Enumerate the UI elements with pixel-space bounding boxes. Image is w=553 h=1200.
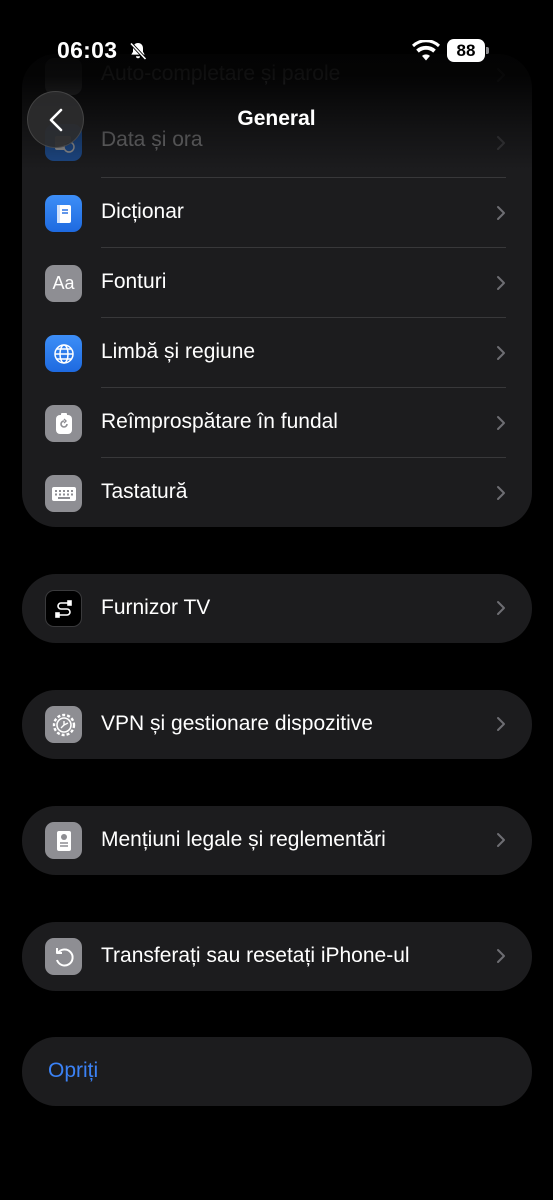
status-time: 06:03 xyxy=(57,37,118,63)
wifi-icon xyxy=(412,40,440,61)
chevron-right-icon xyxy=(497,346,505,360)
shut-down-button[interactable] xyxy=(22,1037,532,1106)
settings-row-fonts[interactable]: Aa Fonturi xyxy=(22,248,532,318)
chevron-right-icon xyxy=(497,276,505,290)
settings-row-label: VPN și gestionare dispozitive xyxy=(101,712,373,735)
keyboard-icon xyxy=(45,475,82,512)
globe-icon xyxy=(45,335,82,372)
settings-group-reset: Transferați sau resetați iPhone-ul xyxy=(22,922,532,991)
settings-row-label: Reîmprospătare în fundal xyxy=(101,410,338,433)
battery-level: 88 xyxy=(447,39,485,62)
shut-down-label: Opriți xyxy=(48,1059,99,1082)
settings-row-dictionary[interactable]: Dicționar xyxy=(22,178,532,248)
settings-group-shutdown xyxy=(22,1037,532,1106)
status-bar: 06:03 88 xyxy=(0,0,553,100)
settings-row-tv-provider[interactable]: Furnizor TV xyxy=(22,574,532,643)
chevron-right-icon xyxy=(497,206,505,220)
settings-row-label: Furnizor TV xyxy=(101,596,211,619)
chevron-right-icon xyxy=(497,416,505,430)
settings-row-background-refresh[interactable]: Reîmprospătare în fundal xyxy=(22,388,532,458)
settings-group-tv: Furnizor TV xyxy=(22,574,532,643)
chevron-right-icon xyxy=(497,949,505,963)
settings-row-language-region[interactable]: Limbă și regiune xyxy=(22,318,532,388)
settings-row-label: Data și ora xyxy=(101,128,203,151)
settings-group-legal: Mențiuni legale și reglementări xyxy=(22,806,532,875)
settings-row-vpn-device-management[interactable]: VPN și gestionare dispozitive xyxy=(22,690,532,759)
legal-doc-icon xyxy=(45,822,82,859)
chevron-right-icon xyxy=(497,486,505,500)
reset-arrow-icon xyxy=(45,938,82,975)
settings-row-label: Limbă și regiune xyxy=(101,340,256,363)
battery-icon: 88 xyxy=(447,39,489,62)
chevron-right-icon xyxy=(497,136,505,150)
settings-row-transfer-reset[interactable]: Transferați sau resetați iPhone-ul xyxy=(22,922,532,991)
page-title: General xyxy=(237,107,316,130)
chevron-right-icon xyxy=(497,717,505,731)
settings-row-label: Mențiuni legale și reglementări xyxy=(101,828,386,851)
settings-row-legal-regulatory[interactable]: Mențiuni legale și reglementări xyxy=(22,806,532,875)
tv-provider-icon xyxy=(45,590,82,627)
settings-row-label: Fonturi xyxy=(101,270,167,293)
silent-bell-icon xyxy=(129,42,147,61)
font-aa-icon: Aa xyxy=(45,265,82,302)
refresh-icon xyxy=(45,405,82,442)
settings-row-label: Transferați sau resetați iPhone-ul xyxy=(101,944,410,967)
chevron-right-icon xyxy=(497,601,505,615)
settings-row-label: Tastatură xyxy=(101,480,188,503)
settings-row-label: Dicționar xyxy=(101,200,184,223)
book-icon xyxy=(45,195,82,232)
chevron-right-icon xyxy=(497,833,505,847)
gear-icon xyxy=(45,706,82,743)
settings-group-vpn: VPN și gestionare dispozitive xyxy=(22,690,532,759)
settings-row-keyboard[interactable]: Tastatură xyxy=(22,458,532,527)
